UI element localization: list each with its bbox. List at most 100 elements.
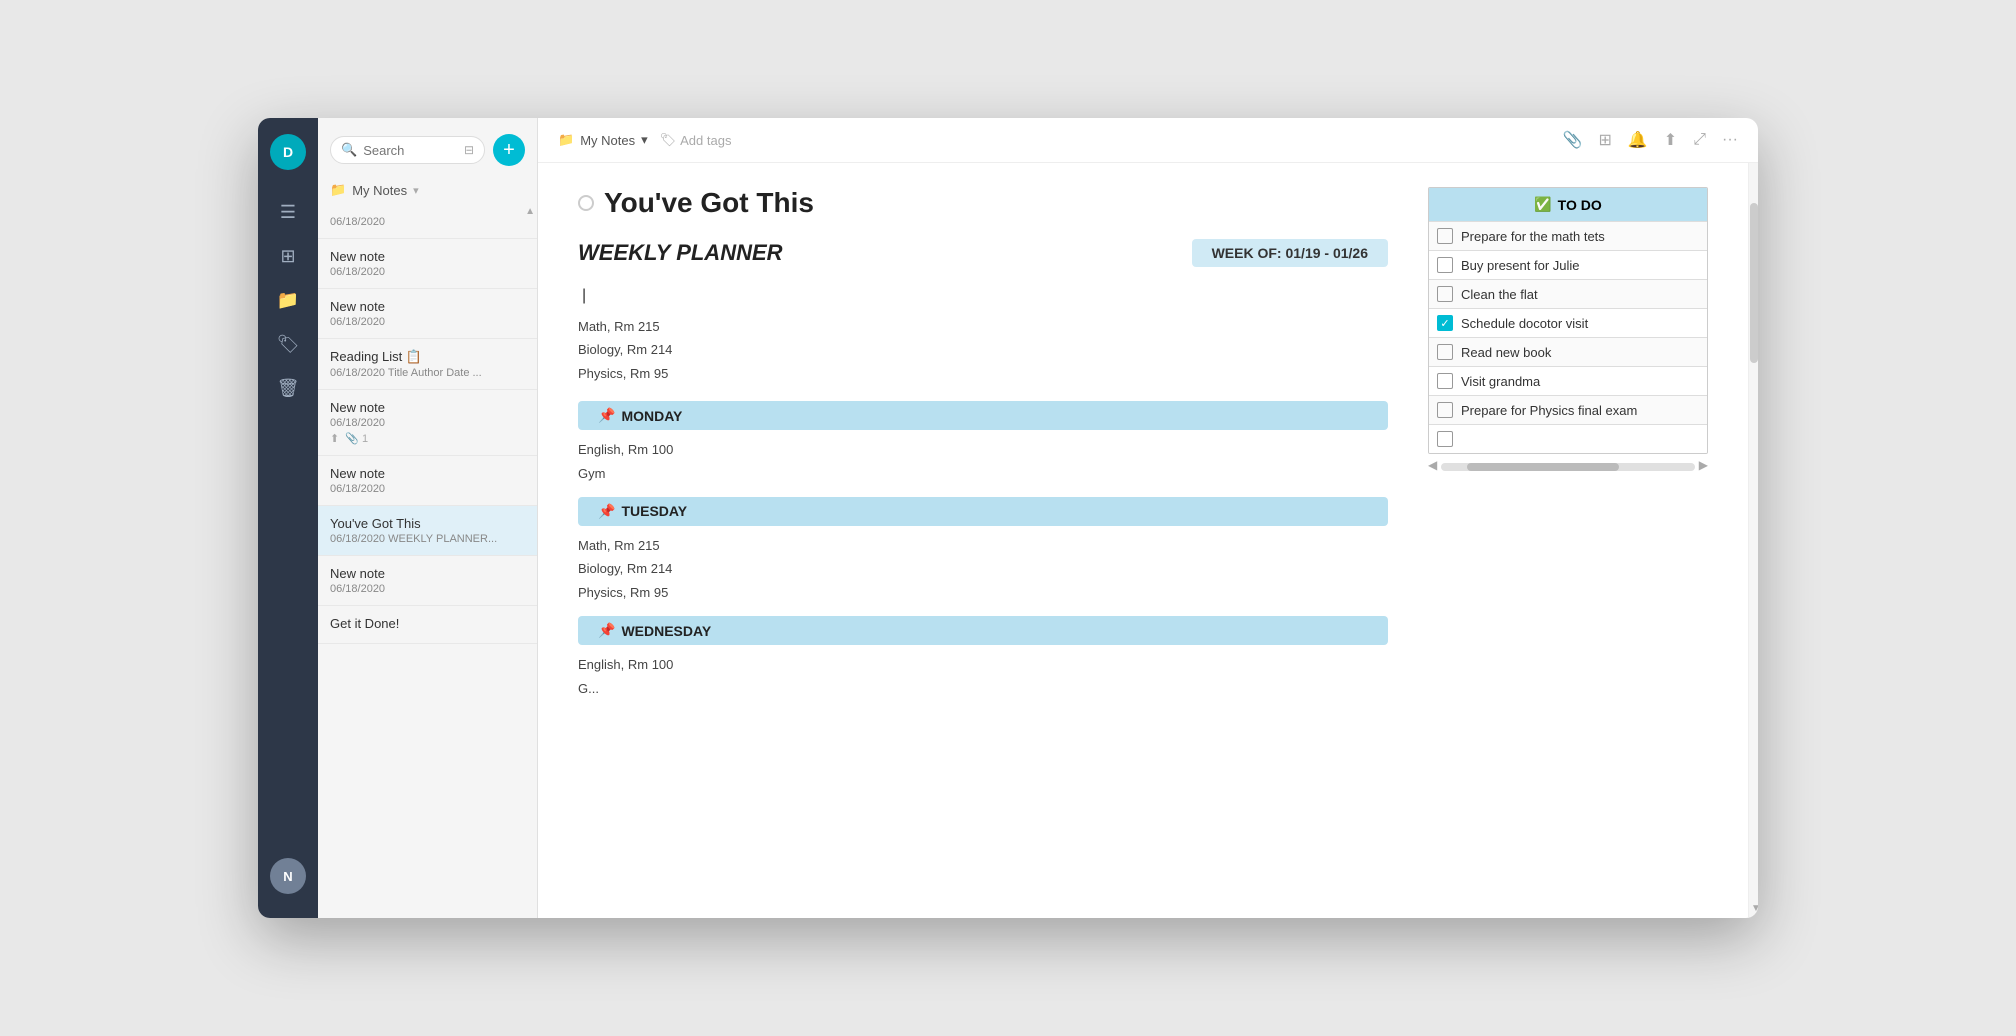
folder-label[interactable]: 📁 My Notes ▾ bbox=[318, 174, 537, 206]
main-toolbar: 📁 My Notes ▾ 🏷 Add tags 📎 ⊞ 🔔 ⬆ ⤢ ··· bbox=[538, 118, 1758, 163]
user-avatar[interactable]: D bbox=[270, 134, 306, 170]
todo-checkbox[interactable] bbox=[1437, 228, 1453, 244]
day-header-monday: 📌 MONDAY bbox=[578, 401, 1388, 430]
todo-checkbox[interactable] bbox=[1437, 373, 1453, 389]
todo-checkbox[interactable] bbox=[1437, 402, 1453, 418]
vertical-scrollbar[interactable]: ▼ bbox=[1748, 163, 1758, 918]
class-item: English, Rm 100 bbox=[578, 653, 1388, 676]
cursor-indicator: | bbox=[582, 287, 586, 304]
add-note-button[interactable]: + bbox=[493, 134, 525, 166]
note-title: New note bbox=[330, 400, 525, 415]
note-title: New note bbox=[330, 249, 525, 264]
list-item[interactable]: New note 06/18/2020 bbox=[318, 239, 537, 289]
note-title: New note bbox=[330, 299, 525, 314]
scroll-left-icon[interactable]: ◀ bbox=[1428, 458, 1437, 472]
note-circle-icon bbox=[578, 195, 594, 211]
note-title: Reading List 📋 bbox=[330, 349, 525, 365]
todo-label: Schedule docotor visit bbox=[1461, 316, 1588, 331]
note-title-area: You've Got This bbox=[578, 187, 1388, 219]
breadcrumb-dropdown-icon[interactable]: ▾ bbox=[641, 132, 648, 148]
tuesday-classes: Math, Rm 215 Biology, Rm 214 Physics, Rm… bbox=[578, 534, 1388, 604]
more-icon[interactable]: ··· bbox=[1722, 131, 1738, 149]
grid-icon[interactable]: ⊞ bbox=[1598, 130, 1611, 150]
expand-icon[interactable]: ⤢ bbox=[1693, 131, 1706, 149]
todo-header-label: TO DO bbox=[1558, 197, 1602, 213]
note-main-title[interactable]: You've Got This bbox=[604, 187, 814, 219]
sidebar-tag-icon[interactable]: 🏷 bbox=[270, 326, 306, 362]
list-item[interactable]: Get it Done! bbox=[318, 606, 537, 644]
bottom-avatar[interactable]: N bbox=[270, 858, 306, 894]
main-content: 📁 My Notes ▾ 🏷 Add tags 📎 ⊞ 🔔 ⬆ ⤢ ··· bbox=[538, 118, 1758, 918]
note-date: 06/18/2020 bbox=[330, 316, 525, 328]
todo-row: Prepare for the math tets bbox=[1429, 221, 1707, 250]
scroll-right-icon[interactable]: ▶ bbox=[1699, 458, 1708, 472]
weekly-planner-header: WEEKLY PLANNER WEEK OF: 01/19 - 01/26 bbox=[578, 239, 1388, 267]
notes-list: ▲ 06/18/2020 New note 06/18/2020 New not… bbox=[318, 206, 537, 918]
class-item: Math, Rm 215 bbox=[578, 534, 1388, 557]
filter-icon[interactable]: ⊟ bbox=[464, 143, 474, 157]
share-icon: ⬆ bbox=[330, 432, 339, 445]
class-item: Biology, Rm 214 bbox=[578, 557, 1388, 580]
class-item: Biology, Rm 214 bbox=[578, 338, 1388, 361]
todo-row: Buy present for Julie bbox=[1429, 250, 1707, 279]
day-label-tuesday: TUESDAY bbox=[621, 503, 687, 519]
notes-panel: 🔍 ⊟ + 📁 My Notes ▾ ▲ 06/18/2020 New note… bbox=[318, 118, 538, 918]
class-item: G... bbox=[578, 677, 1388, 700]
note-title: You've Got This bbox=[330, 516, 525, 531]
day-header-tuesday: 📌 TUESDAY bbox=[578, 497, 1388, 526]
sidebar-folder-icon[interactable]: 📁 bbox=[270, 282, 306, 318]
note-date: 06/18/2020 bbox=[330, 266, 525, 278]
list-item[interactable]: New note 06/18/2020 bbox=[318, 456, 537, 506]
wednesday-classes: English, Rm 100 G... bbox=[578, 653, 1388, 700]
sidebar-menu-icon[interactable]: ☰ bbox=[270, 194, 306, 230]
class-item: Gym bbox=[578, 462, 1388, 485]
todo-checkbox-checked[interactable] bbox=[1437, 315, 1453, 331]
todo-row: Visit grandma bbox=[1429, 366, 1707, 395]
app-window: D ☰ ⊞ 📁 🏷 🗑 N 🔍 ⊟ + 📁 My Notes ▾ ▲ bbox=[258, 118, 1758, 918]
todo-checkbox[interactable] bbox=[1437, 344, 1453, 360]
note-date: 06/18/2020 bbox=[330, 417, 525, 429]
note-meta: ⬆ 📎 1 bbox=[330, 432, 525, 445]
sidebar-grid-icon[interactable]: ⊞ bbox=[270, 238, 306, 274]
breadcrumb-folder-icon: 📁 bbox=[558, 132, 574, 148]
note-date: 06/18/2020 WEEKLY PLANNER... bbox=[330, 533, 525, 545]
todo-checkbox[interactable] bbox=[1437, 286, 1453, 302]
folder-name: My Notes bbox=[352, 183, 407, 198]
class-item: English, Rm 100 bbox=[578, 438, 1388, 461]
folder-dropdown-icon[interactable]: ▾ bbox=[413, 184, 419, 197]
todo-label: Clean the flat bbox=[1461, 287, 1538, 302]
todo-row: Prepare for Physics final exam bbox=[1429, 395, 1707, 424]
list-item[interactable]: New note 06/18/2020 ⬆ 📎 1 bbox=[318, 390, 537, 456]
note-title: Get it Done! bbox=[330, 616, 525, 631]
day-header-wednesday: 📌 WEDNESDAY bbox=[578, 616, 1388, 645]
paperclip-icon: 📎 1 bbox=[345, 432, 368, 445]
classes-section: Math, Rm 215 Biology, Rm 214 Physics, Rm… bbox=[578, 315, 1388, 385]
week-badge: WEEK OF: 01/19 - 01/26 bbox=[1192, 239, 1388, 267]
search-input[interactable] bbox=[363, 143, 458, 158]
search-bar[interactable]: 🔍 ⊟ bbox=[330, 136, 485, 164]
attach-icon[interactable]: 📎 bbox=[1563, 130, 1583, 150]
day-label-wednesday: WEDNESDAY bbox=[621, 623, 711, 639]
sidebar-trash-icon[interactable]: 🗑 bbox=[270, 370, 306, 406]
todo-header-emoji: ✅ bbox=[1534, 196, 1551, 213]
list-item[interactable]: 06/18/2020 bbox=[318, 206, 537, 239]
note-title: New note bbox=[330, 566, 525, 581]
breadcrumb-folder-name[interactable]: My Notes bbox=[580, 133, 635, 148]
pin-icon-wednesday: 📌 bbox=[598, 622, 615, 639]
day-label-monday: MONDAY bbox=[621, 408, 682, 424]
todo-table: ✅ TO DO Prepare for the math tets Buy pr… bbox=[1428, 187, 1708, 454]
todo-checkbox[interactable] bbox=[1437, 431, 1453, 447]
add-tags-button[interactable]: 🏷 Add tags bbox=[660, 132, 732, 148]
class-item: Physics, Rm 95 bbox=[578, 581, 1388, 604]
list-item[interactable]: You've Got This 06/18/2020 WEEKLY PLANNE… bbox=[318, 506, 537, 556]
share-icon[interactable]: ⬆ bbox=[1664, 130, 1677, 150]
list-item[interactable]: Reading List 📋 06/18/2020 Title Author D… bbox=[318, 339, 537, 390]
todo-label: Read new book bbox=[1461, 345, 1551, 360]
list-item[interactable]: New note 06/18/2020 bbox=[318, 556, 537, 606]
list-item[interactable]: New note 06/18/2020 bbox=[318, 289, 537, 339]
todo-panel: ✅ TO DO Prepare for the math tets Buy pr… bbox=[1428, 187, 1708, 894]
todo-checkbox[interactable] bbox=[1437, 257, 1453, 273]
monday-classes: English, Rm 100 Gym bbox=[578, 438, 1388, 485]
bell-icon[interactable]: 🔔 bbox=[1628, 130, 1648, 150]
todo-header: ✅ TO DO bbox=[1429, 188, 1707, 221]
